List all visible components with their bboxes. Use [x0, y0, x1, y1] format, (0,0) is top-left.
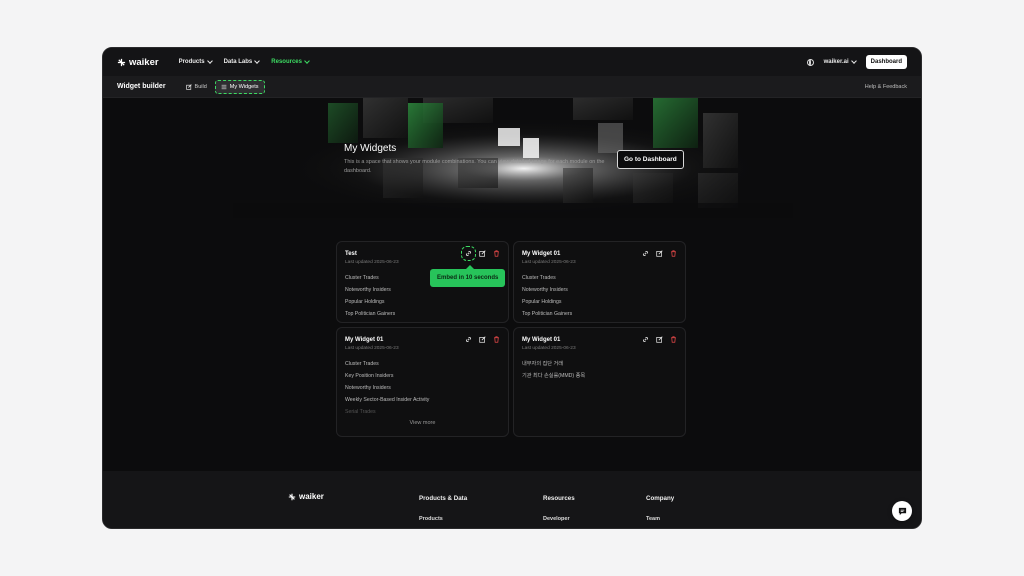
- edit-icon[interactable]: [656, 250, 663, 257]
- widget-card[interactable]: My Widget 01 Last updated 2025-06-23 Clu…: [336, 327, 509, 437]
- list-item: Top Politician Gainers: [522, 311, 573, 317]
- logo[interactable]: waiker: [117, 57, 159, 68]
- link-icon[interactable]: [642, 250, 649, 257]
- footer-heading: Products & Data: [419, 495, 468, 502]
- hero-title: My Widgets: [344, 143, 397, 154]
- delete-icon[interactable]: [493, 336, 500, 343]
- widget-title: Test: [345, 251, 357, 257]
- widget-title: My Widget 01: [522, 251, 561, 257]
- widget-card[interactable]: My Widget 01 Last updated 2025-06-23 Clu…: [513, 241, 686, 323]
- widget-card[interactable]: My Widget 01 Last updated 2025-06-23 내부자…: [513, 327, 686, 437]
- footer-column-company: Company Team: [646, 495, 674, 522]
- nav-right: waiker.ai Dashboard: [806, 55, 907, 69]
- globe-icon[interactable]: [806, 58, 814, 66]
- delete-icon[interactable]: [670, 250, 677, 257]
- help-feedback-link[interactable]: Help & Feedback: [865, 84, 907, 90]
- tab-build[interactable]: Build: [185, 83, 207, 90]
- footer-column-products: Products & Data Products: [419, 495, 467, 522]
- footer-column-resources: Resources Developer: [543, 495, 575, 522]
- widget-title: My Widget 01: [522, 337, 561, 343]
- chevron-down-icon: [206, 58, 213, 64]
- delete-icon[interactable]: [670, 336, 677, 343]
- widget-actions: [461, 246, 500, 261]
- widget-updated-date: Last updated 2025-06-23: [522, 346, 576, 351]
- list-item: 기관 최다 손실률(MMD) 종목: [522, 373, 586, 379]
- page-section-title: Widget builder: [117, 83, 166, 90]
- widget-title: My Widget 01: [345, 337, 384, 343]
- tab-my-widgets[interactable]: My Widgets: [214, 79, 265, 94]
- hero-banner: My Widgets This is a space that shows yo…: [103, 98, 921, 218]
- footer-link[interactable]: Team: [646, 516, 674, 522]
- logo-mark-icon: [288, 493, 296, 500]
- edit-icon[interactable]: [479, 250, 486, 257]
- link-icon[interactable]: [461, 246, 476, 261]
- footer: waiker Products & Data Products Resource…: [103, 471, 921, 528]
- link-icon[interactable]: [465, 336, 472, 343]
- view-more-link[interactable]: View more: [337, 420, 508, 426]
- footer-logo[interactable]: waiker: [288, 492, 324, 501]
- embed-tooltip: Embed in 10 seconds: [430, 265, 506, 287]
- menu-data-labs[interactable]: Data Labs: [224, 58, 261, 65]
- logo-text: waiker: [129, 56, 159, 68]
- edit-icon[interactable]: [656, 336, 663, 343]
- widget-updated-date: Last updated 2025-06-23: [522, 260, 576, 265]
- chat-icon[interactable]: [892, 501, 912, 521]
- sub-nav: Widget builder Build My Widgets Help & F…: [103, 76, 921, 98]
- widget-actions: [465, 336, 500, 343]
- delete-icon[interactable]: [493, 250, 500, 257]
- main-menu: Products Data Labs Resources: [179, 58, 310, 65]
- logo-mark-icon: [117, 58, 126, 66]
- chevron-down-icon: [254, 58, 261, 64]
- module-list: 내부자의 집단 거래 기관 최다 손실률(MMD) 종목: [522, 361, 586, 386]
- edit-icon: [185, 83, 192, 90]
- account-menu[interactable]: waiker.ai: [824, 58, 857, 65]
- link-icon[interactable]: [642, 336, 649, 343]
- widget-actions: [642, 250, 677, 257]
- module-list: Cluster Trades Noteworthy Insiders Popul…: [522, 275, 573, 324]
- footer-link[interactable]: Products: [419, 516, 467, 522]
- widget-updated-date: Last updated 2025-06-23: [345, 346, 399, 351]
- chevron-down-icon: [850, 58, 857, 64]
- top-nav: waiker Products Data Labs Resources waik…: [103, 48, 921, 76]
- footer-link[interactable]: Developer: [543, 516, 575, 522]
- footer-heading: Company: [646, 495, 675, 502]
- footer-heading: Resources: [543, 495, 575, 502]
- dashboard-button[interactable]: Dashboard: [865, 55, 907, 69]
- edit-icon[interactable]: [479, 336, 486, 343]
- menu-products[interactable]: Products: [179, 58, 213, 65]
- widget-updated-date: Last updated 2025-06-23: [345, 260, 399, 265]
- module-list: Cluster Trades Noteworthy Insiders Popul…: [345, 275, 396, 324]
- chevron-down-icon: [304, 58, 310, 64]
- list-item: Top Politician Gainers: [345, 311, 396, 317]
- module-list: Cluster Trades Key Position Insiders Not…: [345, 361, 429, 422]
- menu-resources[interactable]: Resources: [271, 58, 310, 65]
- hero-description: This is a space that shows your module c…: [344, 159, 605, 174]
- go-to-dashboard-button[interactable]: Go to Dashboard: [617, 150, 684, 169]
- app-window: waiker Products Data Labs Resources waik…: [102, 47, 922, 529]
- list-icon: [221, 84, 227, 89]
- logo-text: waiker: [299, 492, 324, 501]
- widget-actions: [642, 336, 677, 343]
